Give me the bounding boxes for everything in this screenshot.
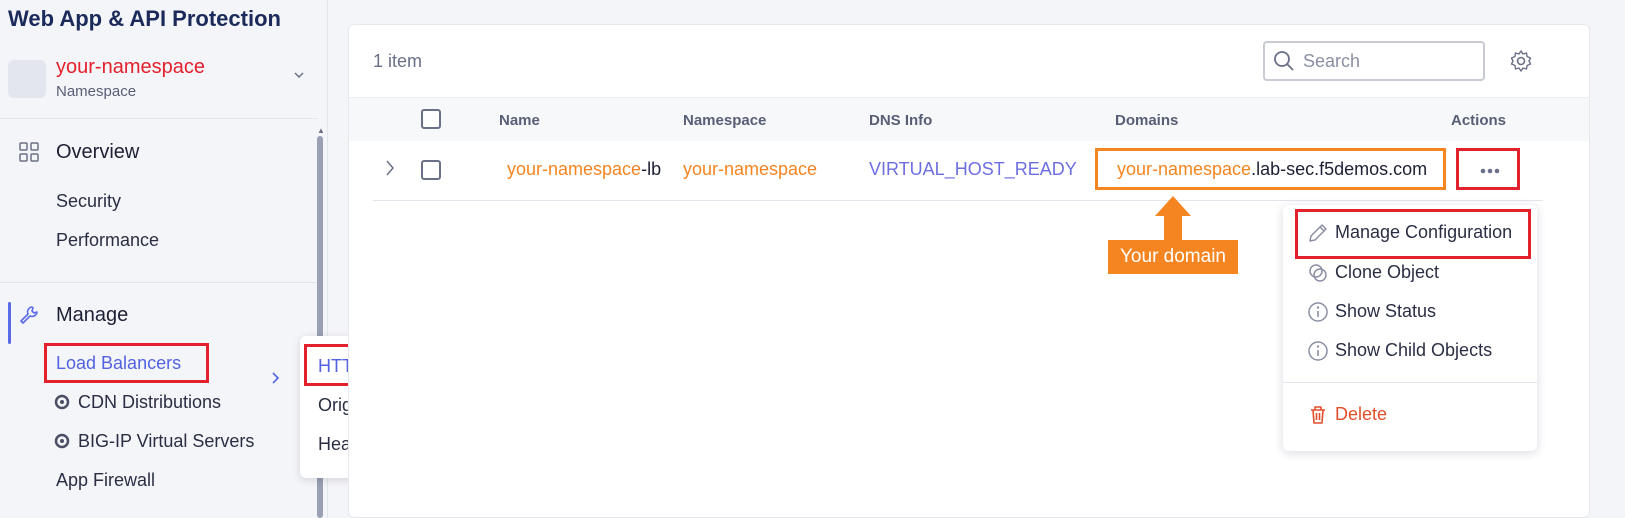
menu-item-show-child-objects[interactable]: Show Child Objects: [1335, 340, 1492, 361]
sidebar: Web App & API Protection your-namespace …: [0, 0, 328, 518]
row-checkbox[interactable]: [421, 160, 441, 180]
cell-namespace: your-namespace: [683, 159, 818, 179]
nav-item-performance[interactable]: Performance: [56, 230, 159, 251]
info-icon: [1308, 302, 1328, 322]
name-prefix: your-namespace: [507, 159, 642, 179]
radio-dot-icon: [54, 433, 70, 449]
menu-item-clone-object[interactable]: Clone Object: [1335, 262, 1439, 283]
radio-dot-icon: [54, 394, 70, 410]
column-header-domains[interactable]: Domains: [1115, 112, 1178, 129]
search-input[interactable]: Search: [1263, 41, 1485, 81]
nav-item-cdn-distributions[interactable]: CDN Distributions: [78, 392, 221, 413]
actions-menu: Manage Configuration Clone Object Show S…: [1283, 205, 1537, 451]
chevron-right-icon[interactable]: [270, 372, 280, 384]
scroll-up-icon[interactable]: ▲: [317, 126, 325, 135]
column-header-dns-info[interactable]: DNS Info: [869, 112, 932, 129]
chevron-down-icon[interactable]: [294, 70, 304, 80]
namespace-avatar: [8, 60, 46, 98]
search-icon: [1274, 51, 1294, 71]
app-title: Web App & API Protection: [8, 6, 281, 31]
name-suffix: -lb: [641, 159, 662, 179]
column-header-name[interactable]: Name: [499, 112, 540, 129]
search-placeholder: Search: [1303, 51, 1361, 71]
highlight-box: [1295, 209, 1531, 259]
domain-highlight-box: [1095, 148, 1446, 190]
info-icon: [1308, 341, 1328, 361]
nav-manage[interactable]: Manage: [56, 304, 128, 327]
your-domain-callout: Your domain: [1108, 240, 1238, 274]
namespace-label: Namespace: [56, 83, 137, 100]
clone-icon: [1309, 264, 1327, 282]
divider: [0, 282, 318, 283]
namespace-name[interactable]: your-namespace: [56, 56, 205, 79]
nav-item-security[interactable]: Security: [56, 191, 121, 212]
column-header-namespace[interactable]: Namespace: [683, 112, 766, 129]
table-header: Name Namespace DNS Info Domains Actions: [349, 97, 1589, 141]
menu-divider: [1283, 382, 1537, 383]
menu-item-delete[interactable]: Delete: [1335, 404, 1387, 425]
menu-item-show-status[interactable]: Show Status: [1335, 301, 1436, 322]
wrench-icon: [20, 306, 38, 324]
grid-icon: [19, 142, 39, 162]
chevron-right-icon[interactable]: [385, 159, 395, 177]
highlight-box: [44, 343, 209, 383]
cell-dns-info: VIRTUAL_HOST_READY: [869, 159, 1077, 179]
select-all-checkbox[interactable]: [421, 109, 441, 129]
highlight-box: [1456, 148, 1520, 190]
cell-name[interactable]: your-namespace-lb: [507, 159, 661, 180]
column-header-actions: Actions: [1451, 112, 1507, 129]
trash-icon: [1311, 406, 1325, 424]
nav-item-app-firewall[interactable]: App Firewall: [56, 470, 155, 491]
gear-icon[interactable]: [1509, 49, 1533, 73]
item-count: 1 item: [373, 51, 423, 71]
active-indicator: [8, 302, 11, 344]
nav-item-bigip-virtual-servers[interactable]: BIG-IP Virtual Servers: [78, 431, 254, 452]
nav-overview[interactable]: Overview: [56, 141, 139, 164]
divider: [0, 118, 318, 119]
